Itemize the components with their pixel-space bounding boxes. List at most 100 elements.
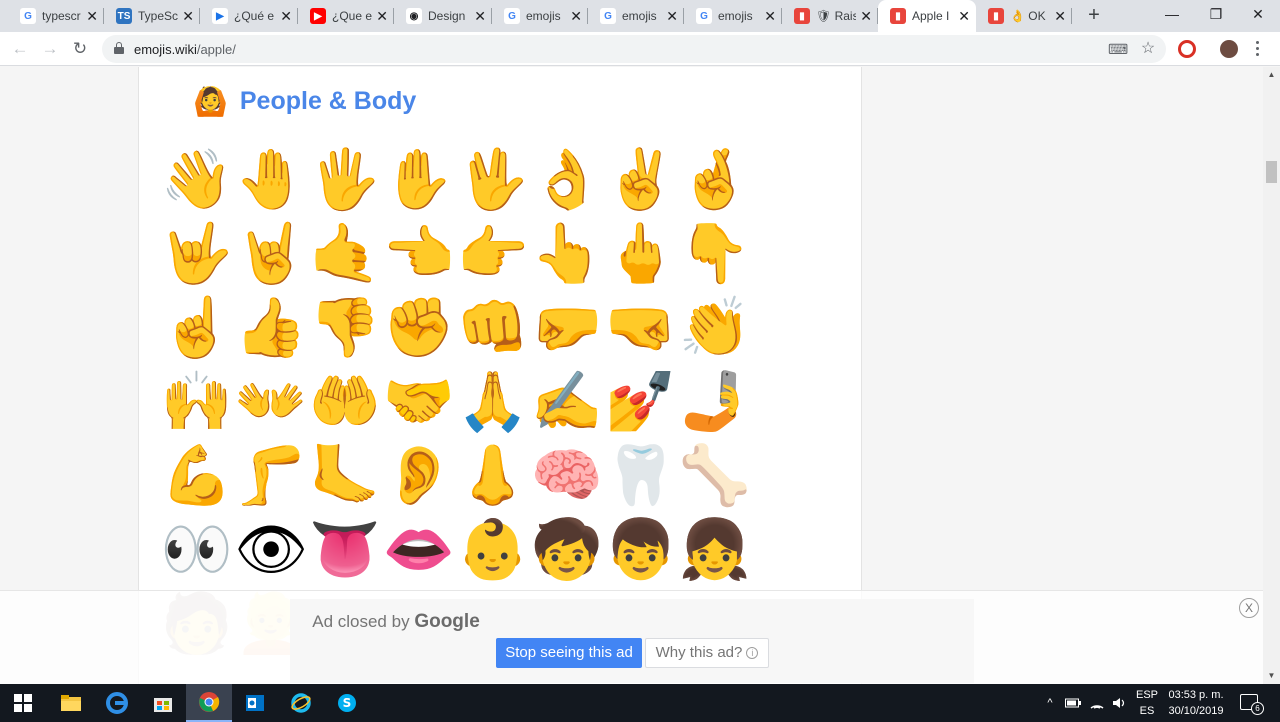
emoji-tile[interactable]: 👇 [679,218,751,290]
emoji-tile[interactable]: 👶 [457,514,529,586]
tab-close-icon[interactable]: ✕ [376,8,388,25]
ad-close-button[interactable]: X [1239,598,1259,618]
battery-icon[interactable] [1064,684,1082,722]
emoji-tile[interactable]: 🙌 [161,366,233,438]
scroll-up-arrow[interactable]: ▲ [1263,67,1280,83]
tab-close-icon[interactable]: ✕ [86,8,98,25]
why-this-ad-button[interactable]: Why this ad? i [645,638,769,668]
emoji-tile[interactable]: 👂 [383,440,455,512]
emoji-tile[interactable]: 👍 [235,292,307,364]
emoji-tile[interactable]: 🧠 [531,440,603,512]
emoji-tile[interactable]: 👈 [383,218,455,290]
tab-close-icon[interactable]: ✕ [280,8,292,25]
browser-tab[interactable]: Gemojis ✕ [588,0,684,32]
wifi-icon[interactable] [1088,684,1106,722]
tab-close-icon[interactable]: ✕ [182,8,194,25]
browser-tab[interactable]: ▶ ¿Qué e ✕ [200,0,298,32]
emoji-tile[interactable]: 👅 [309,514,381,586]
minimize-button[interactable]: — [1150,0,1194,30]
back-button[interactable]: ← [8,37,32,61]
emoji-tile[interactable]: 👦 [605,514,677,586]
vertical-scrollbar[interactable]: ▲ ▼ [1263,67,1280,684]
browser-tab[interactable]: ▮ 🛡 Rais ✕ [782,0,878,32]
file-explorer-taskbar[interactable] [48,684,94,722]
input-language-indicator[interactable]: ESP ES [1134,687,1160,719]
emoji-tile[interactable]: 👧 [679,514,751,586]
address-bar[interactable]: emojis.wiki/apple/ ⌨ ☆ [102,35,1166,63]
internet-explorer-taskbar[interactable] [278,684,324,722]
emoji-tile[interactable]: ✊ [383,292,455,364]
forward-button[interactable]: → [38,37,62,61]
lock-icon[interactable] [114,42,124,54]
outlook-taskbar[interactable] [232,684,278,722]
url-text[interactable]: emojis.wiki/apple/ [134,42,236,57]
scroll-thumb[interactable] [1266,161,1277,183]
profile-avatar[interactable] [1220,40,1238,58]
browser-tab[interactable]: TS TypeSc ✕ [104,0,200,32]
browser-tab[interactable]: Gtypescr ✕ [8,0,104,32]
new-tab-button[interactable]: + [1082,4,1106,28]
emoji-tile[interactable]: 👊 [457,292,529,364]
emoji-tile[interactable]: 🦶 [309,440,381,512]
emoji-tile[interactable]: 🤟 [161,218,233,290]
stop-seeing-ad-button[interactable]: Stop seeing this ad [496,638,642,668]
emoji-tile[interactable]: 🤜 [605,292,677,364]
emoji-tile[interactable]: 👃 [457,440,529,512]
browser-tab[interactable]: ▶ ¿Que e ✕ [298,0,394,32]
emoji-tile[interactable]: 👁 [234,514,308,586]
emoji-tile[interactable]: 👎 [309,292,381,364]
emoji-tile[interactable]: 🤲 [309,366,381,438]
emoji-tile[interactable]: 🤛 [531,292,603,364]
emoji-tile[interactable]: 💪 [161,440,233,512]
tab-close-icon[interactable]: ✕ [764,8,776,25]
emoji-tile[interactable]: 👐 [235,366,307,438]
browser-tab[interactable]: Gemojis ✕ [684,0,782,32]
emoji-tile[interactable]: 👏 [679,292,751,364]
emoji-tile[interactable]: 👀 [161,514,233,586]
emoji-tile[interactable]: 🖐 [309,144,381,216]
emoji-tile[interactable]: 👉 [457,218,529,290]
emoji-tile[interactable]: 🤚 [235,144,307,216]
reload-button[interactable]: ↻ [68,37,92,61]
emoji-tile[interactable]: 💅 [605,366,677,438]
tab-close-icon[interactable]: ✕ [570,8,582,25]
system-clock[interactable]: 03:53 p. m. 30/10/2019 [1160,687,1232,719]
translate-icon[interactable]: ⌨ [1108,39,1128,59]
tab-close-icon[interactable]: ✕ [958,8,970,25]
emoji-tile[interactable]: 🦷 [605,440,677,512]
emoji-tile[interactable]: ☝ [161,292,233,364]
emoji-tile[interactable]: ✌ [605,144,677,216]
emoji-tile[interactable]: 🤳 [679,366,751,438]
windows-start-button[interactable] [0,684,46,722]
emoji-tile[interactable]: 👋 [161,144,233,216]
emoji-tile[interactable]: 🦴 [679,440,751,512]
emoji-tile[interactable]: 🖕 [605,218,677,290]
emoji-tile[interactable]: 🖖 [457,144,529,216]
emoji-tile[interactable]: 🦵 [235,440,307,512]
notifications-icon[interactable]: 6 [1240,694,1264,715]
scroll-down-arrow[interactable]: ▼ [1263,668,1280,684]
emoji-tile[interactable]: 👌 [531,144,603,216]
emoji-tile[interactable]: 🤘 [235,218,307,290]
emoji-tile[interactable]: 👆 [531,218,603,290]
emoji-tile[interactable]: ✍ [531,366,603,438]
skype-taskbar[interactable]: S [324,684,370,722]
edge-taskbar[interactable] [94,684,140,722]
tab-close-icon[interactable]: ✕ [860,8,872,25]
browser-tab[interactable]: ▮ 👌 OK I ✕ [976,0,1072,32]
extension-icon[interactable] [1178,40,1196,58]
emoji-tile[interactable]: 🤙 [309,218,381,290]
browser-tab[interactable]: ▮ Apple I ✕ [878,0,976,32]
emoji-tile[interactable]: 🧒 [531,514,603,586]
chrome-taskbar[interactable] [186,684,232,722]
store-taskbar[interactable] [140,684,186,722]
emoji-tile[interactable]: 🙏 [457,366,529,438]
bookmark-star-icon[interactable]: ☆ [1138,39,1158,59]
tab-close-icon[interactable]: ✕ [666,8,678,25]
emoji-tile[interactable]: ✋ [383,144,455,216]
browser-tab[interactable]: ◉ Design ✕ [394,0,492,32]
tray-chevron-icon[interactable]: ^ [1042,684,1058,722]
tab-close-icon[interactable]: ✕ [1054,8,1066,25]
emoji-tile[interactable]: 🤞 [679,144,751,216]
browser-tab[interactable]: Gemojis ✕ [492,0,588,32]
